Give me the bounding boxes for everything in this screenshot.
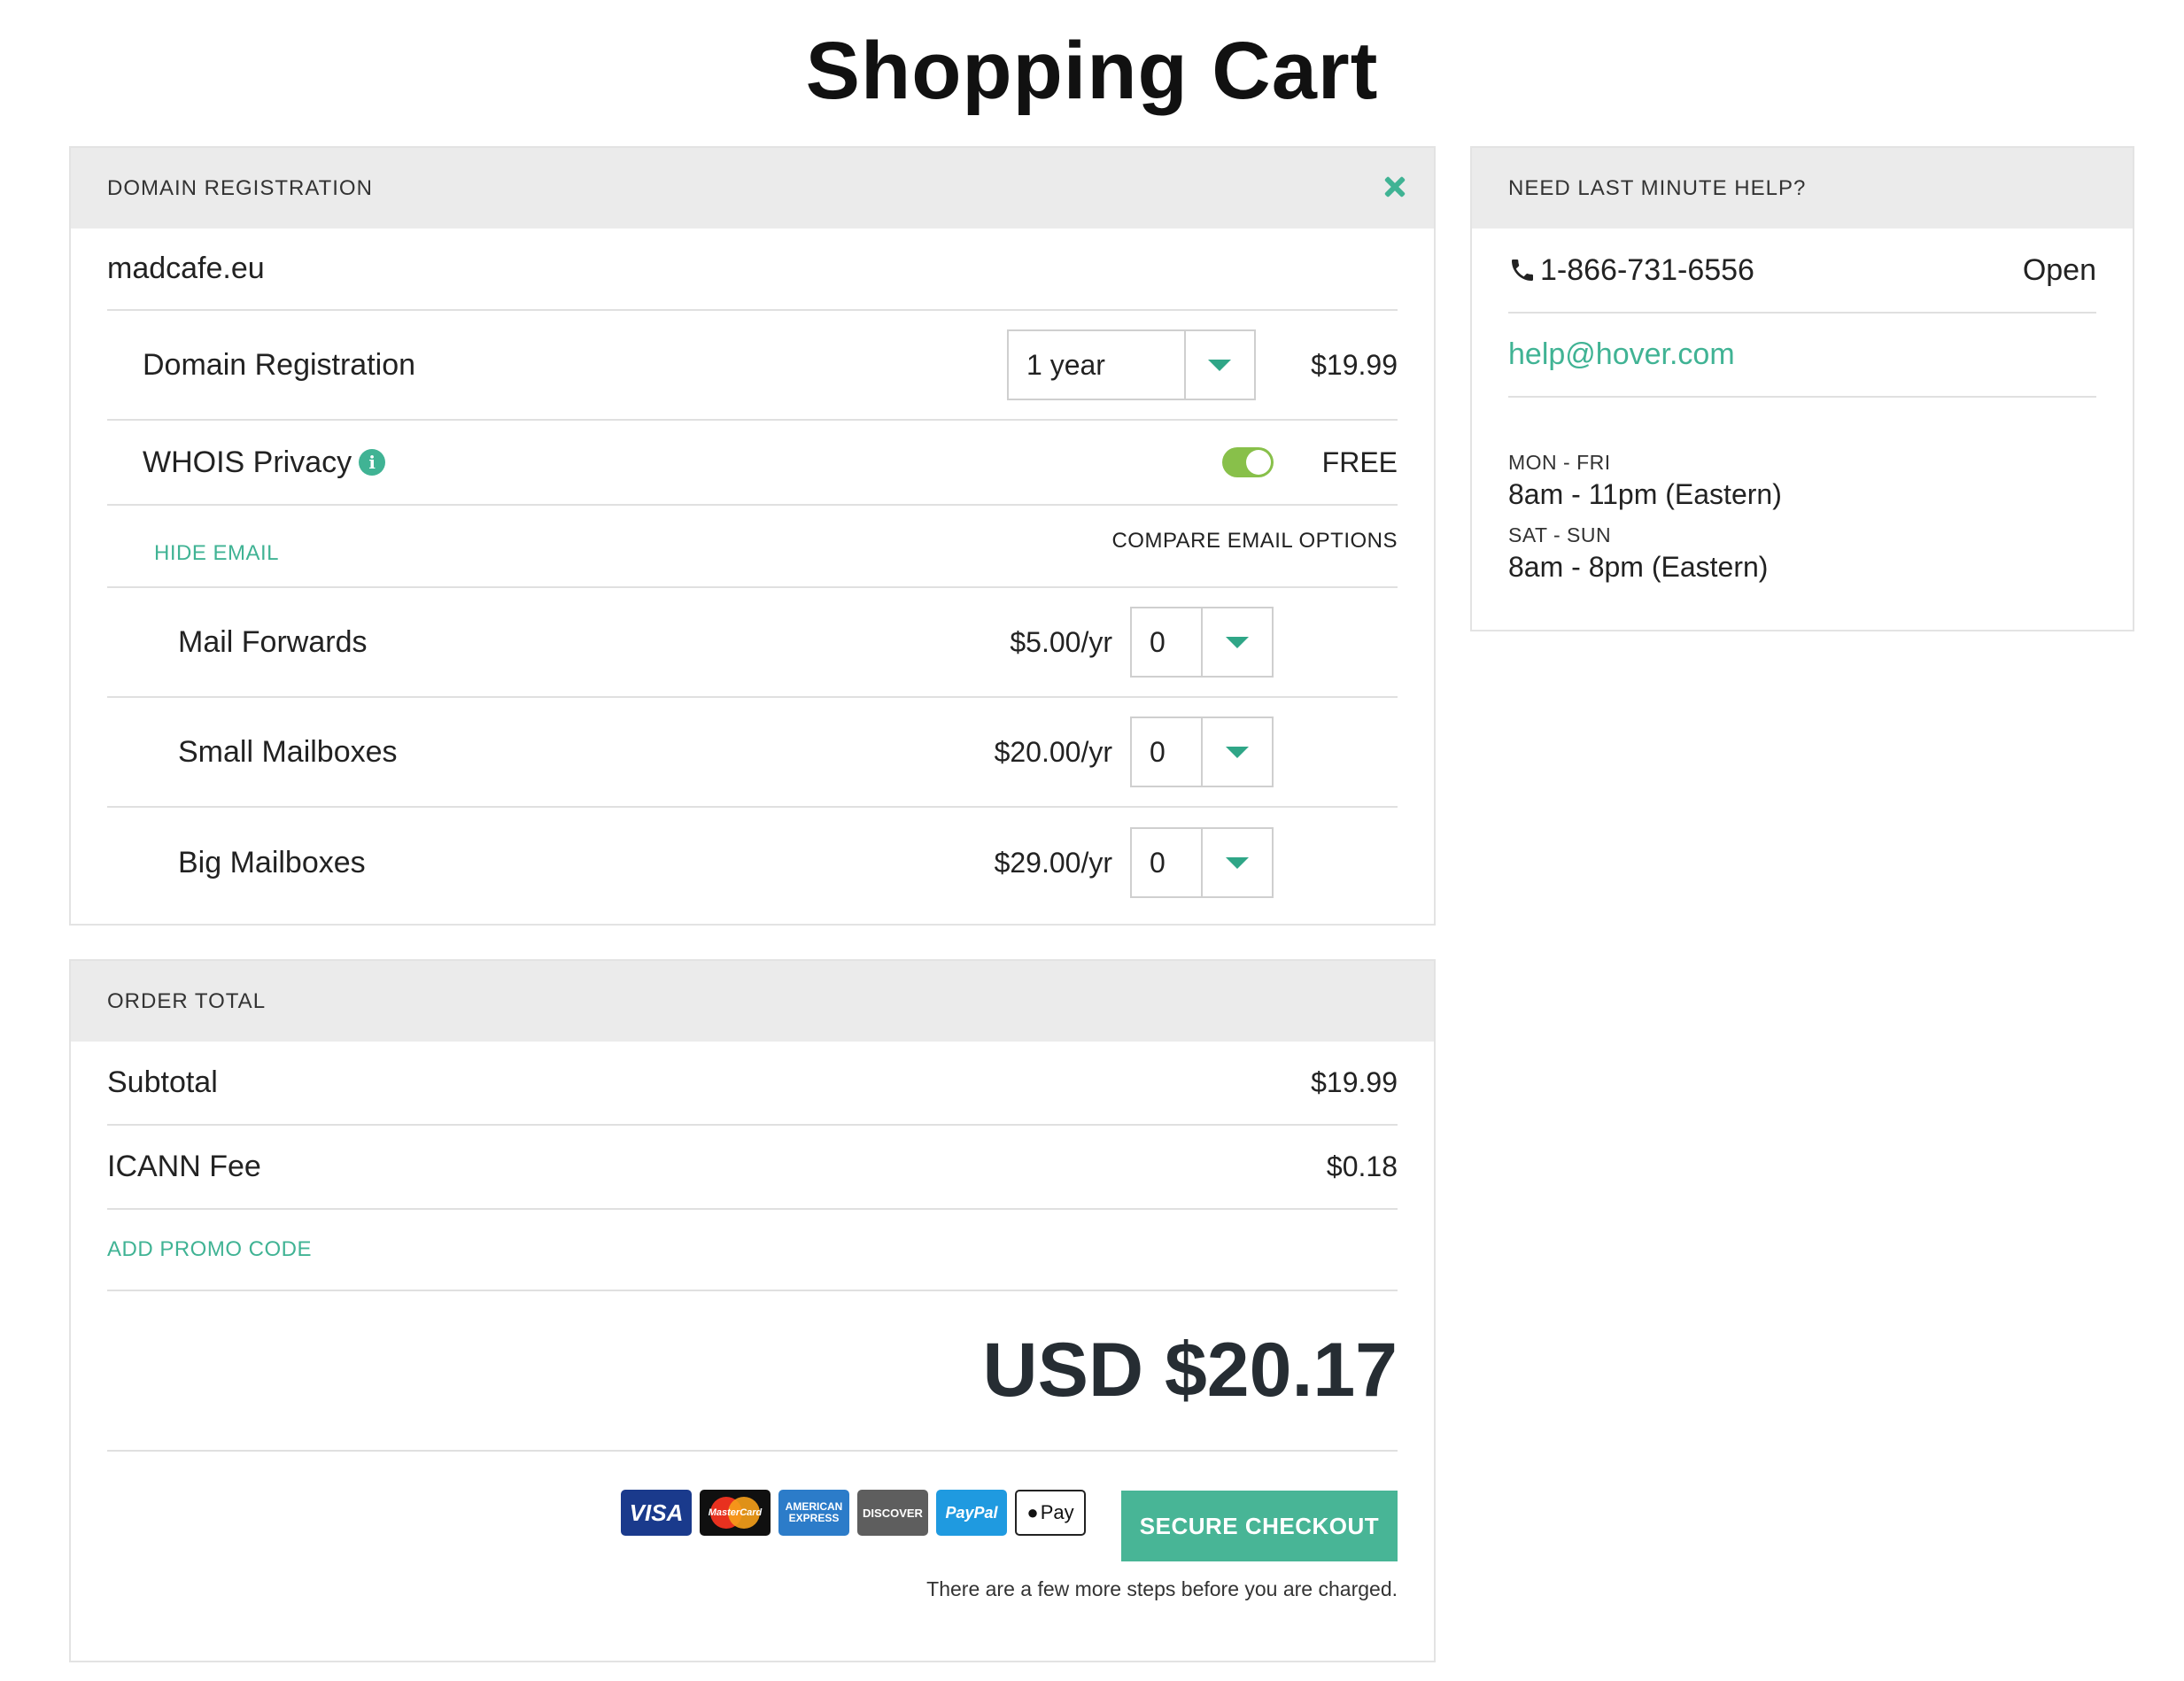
- icann-fee-row: ICANN Fee $0.18: [107, 1126, 1398, 1210]
- phone-icon: [1512, 260, 1533, 281]
- icann-fee-label: ICANN Fee: [107, 1150, 261, 1183]
- registration-term-select[interactable]: 1 year: [1007, 329, 1256, 400]
- promo-row: ADD PROMO CODE: [107, 1210, 1398, 1291]
- secure-checkout-button[interactable]: SECURE CHECKOUT: [1121, 1491, 1398, 1561]
- small-mailboxes-qty-select[interactable]: 0: [1130, 717, 1274, 787]
- domain-name-row: madcafe.eu: [107, 229, 1398, 311]
- weekend-hours: 8am - 8pm (Eastern): [1508, 551, 1769, 583]
- chevron-down-icon[interactable]: [1201, 829, 1272, 896]
- mail-forwards-qty-select[interactable]: 0: [1130, 607, 1274, 678]
- icann-fee-value: $0.18: [1326, 1150, 1398, 1182]
- mail-item-qty: 0: [1150, 625, 1166, 658]
- big-mailboxes-qty-select[interactable]: 0: [1130, 827, 1274, 898]
- amex-icon: AMERICAN EXPRESS: [778, 1490, 849, 1536]
- domain-registration-price: $19.99: [1311, 348, 1398, 381]
- mastercard-icon: MasterCard: [700, 1490, 771, 1536]
- help-body: 1-866-731-6556 Open help@hover.com MON -…: [1472, 229, 2133, 584]
- order-total-body: Subtotal $19.99 ICANN Fee $0.18 ADD PROM…: [71, 1042, 1434, 1655]
- amex-line2: EXPRESS: [788, 1512, 840, 1524]
- payment-area: VISA MasterCard AMERICAN EXPRESS DISCOVER…: [107, 1452, 1398, 1655]
- chevron-down-icon[interactable]: [1183, 331, 1254, 399]
- add-promo-code-link[interactable]: ADD PROMO CODE: [107, 1237, 312, 1262]
- mail-item-label: Mail Forwards: [178, 624, 368, 659]
- info-icon[interactable]: i: [359, 449, 386, 476]
- hide-email-link[interactable]: HIDE EMAIL: [154, 541, 279, 566]
- help-status: Open: [2022, 252, 2096, 287]
- apple-pay-label: Pay: [1040, 1501, 1074, 1523]
- mail-item-price: $20.00/yr: [994, 735, 1112, 768]
- subtotal-label: Subtotal: [107, 1065, 218, 1099]
- mail-item-row: Mail Forwards $5.00/yr 0: [107, 588, 1398, 698]
- weekday-hours: 8am - 11pm (Eastern): [1508, 478, 1782, 510]
- mail-item-qty: 0: [1150, 735, 1166, 768]
- mail-item-label: Big Mailboxes: [178, 845, 366, 879]
- weekday-label: MON - FRI: [1508, 451, 1611, 474]
- toggle-knob: [1246, 450, 1271, 475]
- mail-item-qty: 0: [1150, 846, 1166, 879]
- whois-privacy-row: WHOIS Privacy i FREE: [107, 421, 1398, 506]
- grand-total-row: USD $20.17: [107, 1291, 1398, 1452]
- help-header-label: NEED LAST MINUTE HELP?: [1508, 175, 1807, 200]
- help-phone-row: 1-866-731-6556 Open: [1508, 229, 2096, 314]
- help-phone[interactable]: 1-866-731-6556: [1540, 253, 1754, 288]
- chevron-down-icon[interactable]: [1201, 608, 1272, 676]
- apple-logo-icon: ●: [1026, 1501, 1039, 1523]
- mail-item-label: Small Mailboxes: [178, 734, 398, 769]
- order-total-header: ORDER TOTAL: [71, 961, 1434, 1042]
- page-title: Shopping Cart: [805, 26, 1379, 116]
- whois-privacy-toggle[interactable]: [1222, 447, 1274, 477]
- compare-email-options-link[interactable]: COMPARE EMAIL OPTIONS: [1111, 529, 1398, 554]
- subtotal-value: $19.99: [1311, 1066, 1398, 1098]
- mail-item-price: $5.00/yr: [1010, 625, 1112, 658]
- close-icon[interactable]: [1382, 174, 1407, 199]
- hours-block: MON - FRI 8am - 11pm (Eastern) SAT - SUN…: [1508, 398, 2096, 584]
- help-header: NEED LAST MINUTE HELP?: [1472, 148, 2133, 229]
- help-panel: NEED LAST MINUTE HELP? 1-866-731-6556 Op…: [1470, 146, 2134, 631]
- apple-pay-icon: ● Pay: [1015, 1490, 1086, 1536]
- payment-cards: VISA MasterCard AMERICAN EXPRESS DISCOVER…: [621, 1490, 1086, 1536]
- whois-privacy-label: WHOIS Privacy: [143, 445, 352, 479]
- domain-registration-panel: DOMAIN REGISTRATION madcafe.eu Domain Re…: [69, 146, 1436, 926]
- domain-registration-header: DOMAIN REGISTRATION: [71, 148, 1434, 229]
- domain-registration-row: Domain Registration 1 year $19.99: [107, 311, 1398, 421]
- subtotal-row: Subtotal $19.99: [107, 1042, 1398, 1126]
- domain-name: madcafe.eu: [107, 252, 265, 285]
- order-total-header-label: ORDER TOTAL: [107, 988, 267, 1013]
- email-links-row: HIDE EMAIL COMPARE EMAIL OPTIONS: [107, 506, 1398, 588]
- mail-item-row: Small Mailboxes $20.00/yr 0: [107, 698, 1398, 808]
- mail-item-row: Big Mailboxes $29.00/yr 0: [107, 808, 1398, 918]
- mastercard-label: MasterCard: [708, 1507, 763, 1518]
- whois-privacy-price: FREE: [1321, 445, 1398, 478]
- paypal-icon: PayPal: [936, 1490, 1007, 1536]
- amex-line1: AMERICAN: [785, 1500, 843, 1513]
- discover-icon: DISCOVER: [857, 1490, 928, 1536]
- registration-term-value: 1 year: [1026, 348, 1105, 381]
- domain-registration-header-label: DOMAIN REGISTRATION: [107, 175, 373, 200]
- mail-item-price: $29.00/yr: [994, 846, 1112, 879]
- help-email-row: help@hover.com: [1508, 314, 2096, 398]
- help-email-link[interactable]: help@hover.com: [1508, 337, 1735, 372]
- domain-registration-body: madcafe.eu Domain Registration 1 year $1…: [71, 229, 1434, 918]
- grand-total: USD $20.17: [982, 1328, 1398, 1413]
- charge-note: There are a few more steps before you ar…: [926, 1577, 1398, 1600]
- order-total-panel: ORDER TOTAL Subtotal $19.99 ICANN Fee $0…: [69, 959, 1436, 1662]
- domain-registration-label: Domain Registration: [143, 347, 416, 382]
- chevron-down-icon[interactable]: [1201, 718, 1272, 786]
- weekend-label: SAT - SUN: [1508, 523, 1612, 546]
- visa-icon: VISA: [621, 1490, 692, 1536]
